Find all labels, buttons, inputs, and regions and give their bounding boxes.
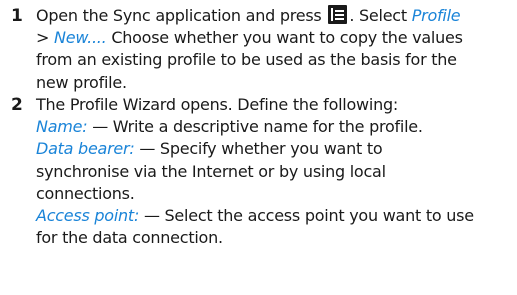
step-line: from an existing profile to be used as t… — [36, 50, 457, 70]
field-label: Access point: — [36, 206, 140, 226]
step-intro: The Profile Wizard opens. Define the fol… — [36, 95, 398, 114]
field-label: Data bearer: — [36, 139, 135, 159]
step-text: Open the Sync application and press — [36, 6, 322, 25]
step-2-text: The Profile Wizard opens. Define the fol… — [36, 94, 511, 249]
field-name: Name: — Write a descriptive name for the… — [36, 116, 511, 138]
field-data-bearer: Data bearer: — Specify whether you want … — [36, 138, 511, 160]
menu-separator: > — [36, 28, 50, 48]
step-number: 2 — [11, 95, 23, 115]
step-1-text: Open the Sync application and press . Se… — [36, 5, 511, 94]
field-description: — Specify whether you want to — [139, 139, 383, 159]
field-description: for the data connection. — [36, 228, 223, 248]
step-line: Open the Sync application and press . Se… — [36, 5, 511, 27]
field-description: — Write a descriptive name for the profi… — [92, 117, 423, 137]
step-text: Choose whether you want to copy the valu… — [111, 28, 463, 48]
step-text: . Select — [349, 6, 407, 25]
menu-option-profile: Profile — [411, 6, 461, 25]
step-number: 1 — [11, 6, 23, 26]
menu-key-icon — [328, 5, 348, 24]
field-description: connections. — [36, 183, 135, 203]
step-line: new profile. — [36, 72, 127, 92]
field-description: — Select the access point you want to us… — [143, 206, 474, 226]
step-line: > New.... Choose whether you want to cop… — [36, 27, 511, 49]
field-label: Name: — [36, 117, 88, 137]
menu-option-new: New.... — [54, 28, 107, 48]
field-access-point: Access point: — Select the access point … — [36, 205, 511, 227]
field-description: synchronise via the Internet or by using… — [36, 161, 386, 181]
